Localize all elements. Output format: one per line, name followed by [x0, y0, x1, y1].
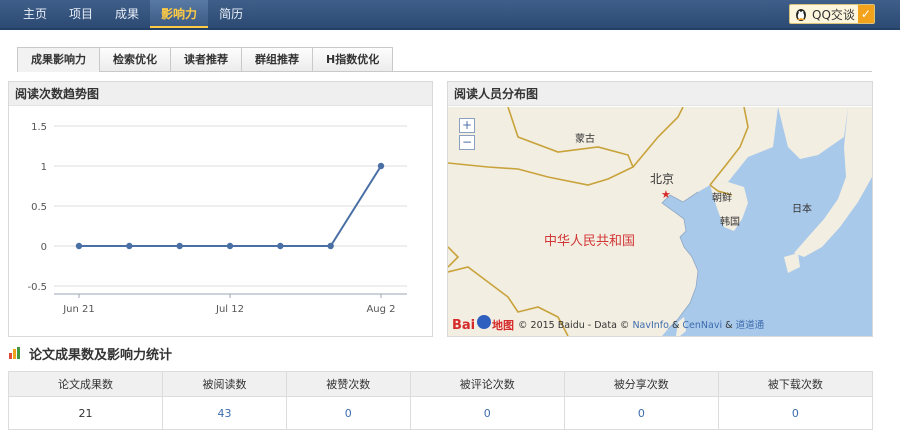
reader-distribution-panel: 阅读人员分布图 ★ 蒙古 北京 中华人民共和国 朝鲜 韩国 日本 Bai 地图 … [447, 81, 873, 337]
beijing-star-icon: ★ [661, 188, 671, 201]
zoom-out-button[interactable]: − [459, 135, 475, 150]
value-paper-count: 21 [7, 396, 164, 430]
stats-table: 论文成果数 被阅读数 被赞次数 被评论次数 被分享次数 被下载次数 21 43 … [7, 371, 874, 430]
header-comment-count: 被评论次数 [409, 371, 565, 397]
qq-chat-label: QQ交谈 [812, 7, 855, 22]
value-like-count[interactable]: 0 [285, 396, 411, 430]
y-tick-label: 0 [41, 242, 47, 253]
stats-header-row: 论文成果数 被阅读数 被赞次数 被评论次数 被分享次数 被下载次数 [7, 371, 874, 397]
data-point [176, 242, 183, 250]
baidu-map[interactable]: ★ 蒙古 北京 中华人民共和国 朝鲜 韩国 日本 Bai 地图 © 2015 B… [448, 107, 872, 336]
map-label-north-korea: 朝鲜 [712, 191, 732, 204]
data-point [277, 242, 284, 250]
nav-achievements[interactable]: 成果 [104, 0, 150, 28]
nav-home[interactable]: 主页 [12, 0, 58, 28]
value-download-count[interactable]: 0 [717, 396, 874, 430]
reader-distribution-title: 阅读人员分布图 [448, 82, 872, 106]
map-attribution: © 2015 Baidu - Data © NavInfo & CenNavi … [518, 319, 765, 331]
bar-chart-icon [9, 347, 23, 359]
map-canvas: ★ 蒙古 北京 中华人民共和国 朝鲜 韩国 日本 Bai 地图 © 2015 B… [448, 107, 872, 336]
data-point [226, 242, 234, 250]
x-tick-label: Jul 12 [215, 304, 244, 315]
data-point [377, 162, 385, 170]
map-label-south-korea: 韩国 [720, 215, 740, 228]
stats-section-title: 论文成果数及影响力统计 [9, 344, 173, 363]
tab-group-recommend[interactable]: 群组推荐 [241, 47, 313, 71]
line-chart-svg: -0.5 0 0.5 1 1.5 Jun 21 Jul 12 Aug 2 [27, 122, 407, 315]
nav-projects[interactable]: 项目 [58, 0, 104, 28]
stats-value-row: 21 43 0 0 0 0 [7, 396, 874, 430]
y-tick-label: 1 [41, 162, 47, 173]
tab-h-index-optimization[interactable]: H指数优化 [312, 47, 394, 71]
checkmark-icon: ✓ [857, 5, 874, 23]
value-share-count[interactable]: 0 [563, 396, 719, 430]
header-like-count: 被赞次数 [285, 371, 411, 397]
data-point [327, 242, 334, 250]
main-nav: 主页 项目 成果 影响力 简历 [12, 0, 254, 28]
map-label-china: 中华人民共和国 [544, 234, 635, 249]
tab-search-optimization[interactable]: 检索优化 [99, 47, 171, 71]
sub-tabs: 成果影响力 检索优化 读者推荐 群组推荐 H指数优化 [17, 47, 872, 72]
svg-text:地图: 地图 [492, 318, 514, 332]
reading-trend-chart: -0.5 0 0.5 1 1.5 Jun 21 Jul 12 Aug 2 [9, 106, 432, 336]
data-point [126, 242, 133, 250]
data-point [75, 242, 83, 250]
zoom-in-button[interactable]: + [459, 118, 475, 133]
y-tick-label: 0.5 [31, 202, 47, 213]
reading-trend-title: 阅读次数趋势图 [9, 82, 432, 106]
tab-achievement-influence[interactable]: 成果影响力 [17, 47, 100, 72]
tab-reader-recommend[interactable]: 读者推荐 [170, 47, 242, 71]
qq-penguin-icon [796, 9, 806, 21]
reading-trend-panel: 阅读次数趋势图 -0.5 0 0.5 1 1.5 Jun 21 Jul 12 Aug 2 [8, 81, 433, 337]
map-label-japan: 日本 [792, 202, 812, 215]
top-navigation-bar: 主页 项目 成果 影响力 简历 QQ交谈 ✓ [0, 0, 900, 30]
value-comment-count[interactable]: 0 [409, 396, 565, 430]
value-read-count[interactable]: 43 [162, 396, 287, 430]
stats-title-text: 论文成果数及影响力统计 [29, 347, 173, 363]
y-tick-label: -0.5 [27, 282, 47, 293]
header-share-count: 被分享次数 [563, 371, 719, 397]
nav-resume[interactable]: 简历 [208, 0, 254, 28]
y-tick-label: 1.5 [31, 122, 47, 133]
header-download-count: 被下载次数 [717, 371, 874, 397]
qq-chat-button[interactable]: QQ交谈 ✓ [789, 4, 875, 24]
nav-influence[interactable]: 影响力 [150, 0, 209, 28]
svg-text:Bai: Bai [452, 318, 475, 333]
map-label-beijing: 北京 [650, 172, 674, 186]
map-label-mongolia: 蒙古 [575, 132, 595, 145]
x-tick-label: Aug 2 [366, 304, 395, 315]
header-paper-count: 论文成果数 [7, 371, 164, 397]
x-tick-label: Jun 21 [62, 304, 95, 315]
header-read-count: 被阅读数 [162, 371, 287, 397]
